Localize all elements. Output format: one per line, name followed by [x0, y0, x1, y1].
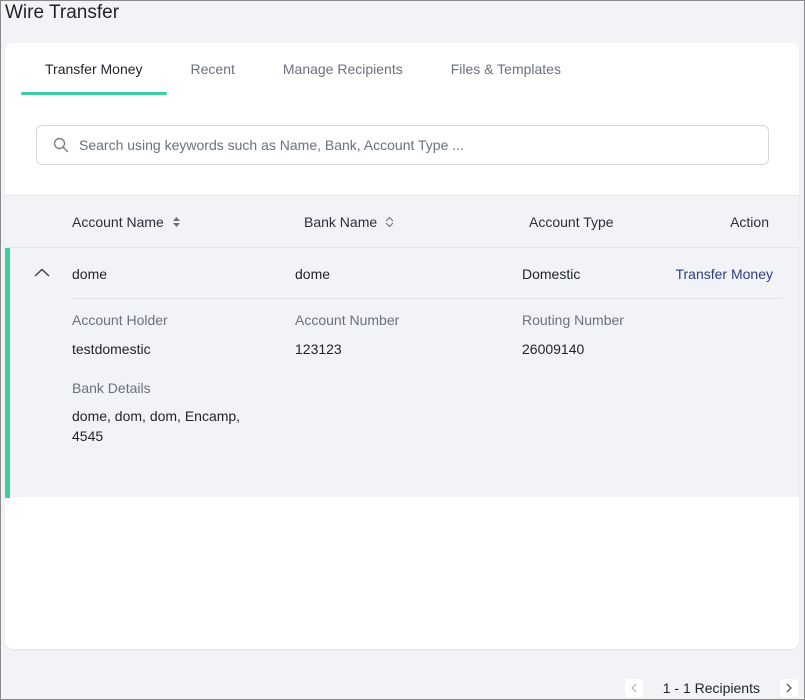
column-action: Action — [730, 214, 769, 230]
bank-details-line-2: 4545 — [72, 428, 104, 444]
tab-transfer-money[interactable]: Transfer Money — [21, 43, 167, 95]
tab-files-templates[interactable]: Files & Templates — [427, 43, 585, 95]
pagination: 1 - 1 Recipients — [624, 678, 798, 698]
tab-manage-recipients[interactable]: Manage Recipients — [259, 43, 427, 95]
column-account-type: Account Type — [529, 214, 614, 230]
tab-bar: Transfer Money Recent Manage Recipients … — [21, 43, 585, 95]
row-selected-indicator — [5, 248, 10, 498]
bank-name-cell: dome — [295, 266, 331, 282]
sort-icon[interactable] — [385, 216, 394, 228]
divider — [72, 298, 783, 299]
account-holder-value: testdomestic — [72, 341, 151, 357]
account-number-value: 123123 — [295, 341, 342, 357]
pagination-summary: 1 - 1 Recipients — [662, 680, 760, 696]
search-box — [36, 125, 769, 165]
chevron-right-icon[interactable] — [780, 679, 798, 697]
column-account-name[interactable]: Account Name — [72, 196, 181, 248]
sort-icon[interactable] — [172, 216, 181, 228]
chevron-left-icon[interactable] — [624, 679, 643, 697]
bank-details-label: Bank Details — [72, 380, 151, 396]
chevron-up-icon[interactable] — [33, 266, 51, 280]
account-type-cell: Domestic — [522, 266, 581, 282]
transfer-money-link[interactable]: Transfer Money — [675, 266, 773, 282]
account-holder-label: Account Holder — [72, 312, 168, 328]
page-title: Wire Transfer — [5, 2, 120, 23]
account-name-cell: dome — [72, 266, 108, 282]
column-bank-name-label: Bank Name — [304, 214, 378, 230]
search-input[interactable] — [79, 137, 768, 153]
tab-recent[interactable]: Recent — [167, 43, 259, 95]
transfer-card: Transfer Money Recent Manage Recipients … — [5, 43, 799, 649]
column-account-name-label: Account Name — [72, 214, 164, 230]
table-row: dome dome Domestic Transfer Money Accoun… — [5, 247, 799, 498]
bank-details-line-1: dome, dom, dom, Encamp, — [72, 408, 241, 424]
routing-number-value: 26009140 — [522, 341, 585, 357]
column-bank-name[interactable]: Bank Name — [304, 196, 394, 248]
search-icon — [53, 137, 69, 153]
app-frame: Wire Transfer Transfer Money Recent Mana… — [0, 0, 805, 700]
table-header: Account Name Bank Name Account Type Acti… — [5, 195, 799, 247]
routing-number-label: Routing Number — [522, 312, 624, 328]
account-number-label: Account Number — [295, 312, 400, 328]
